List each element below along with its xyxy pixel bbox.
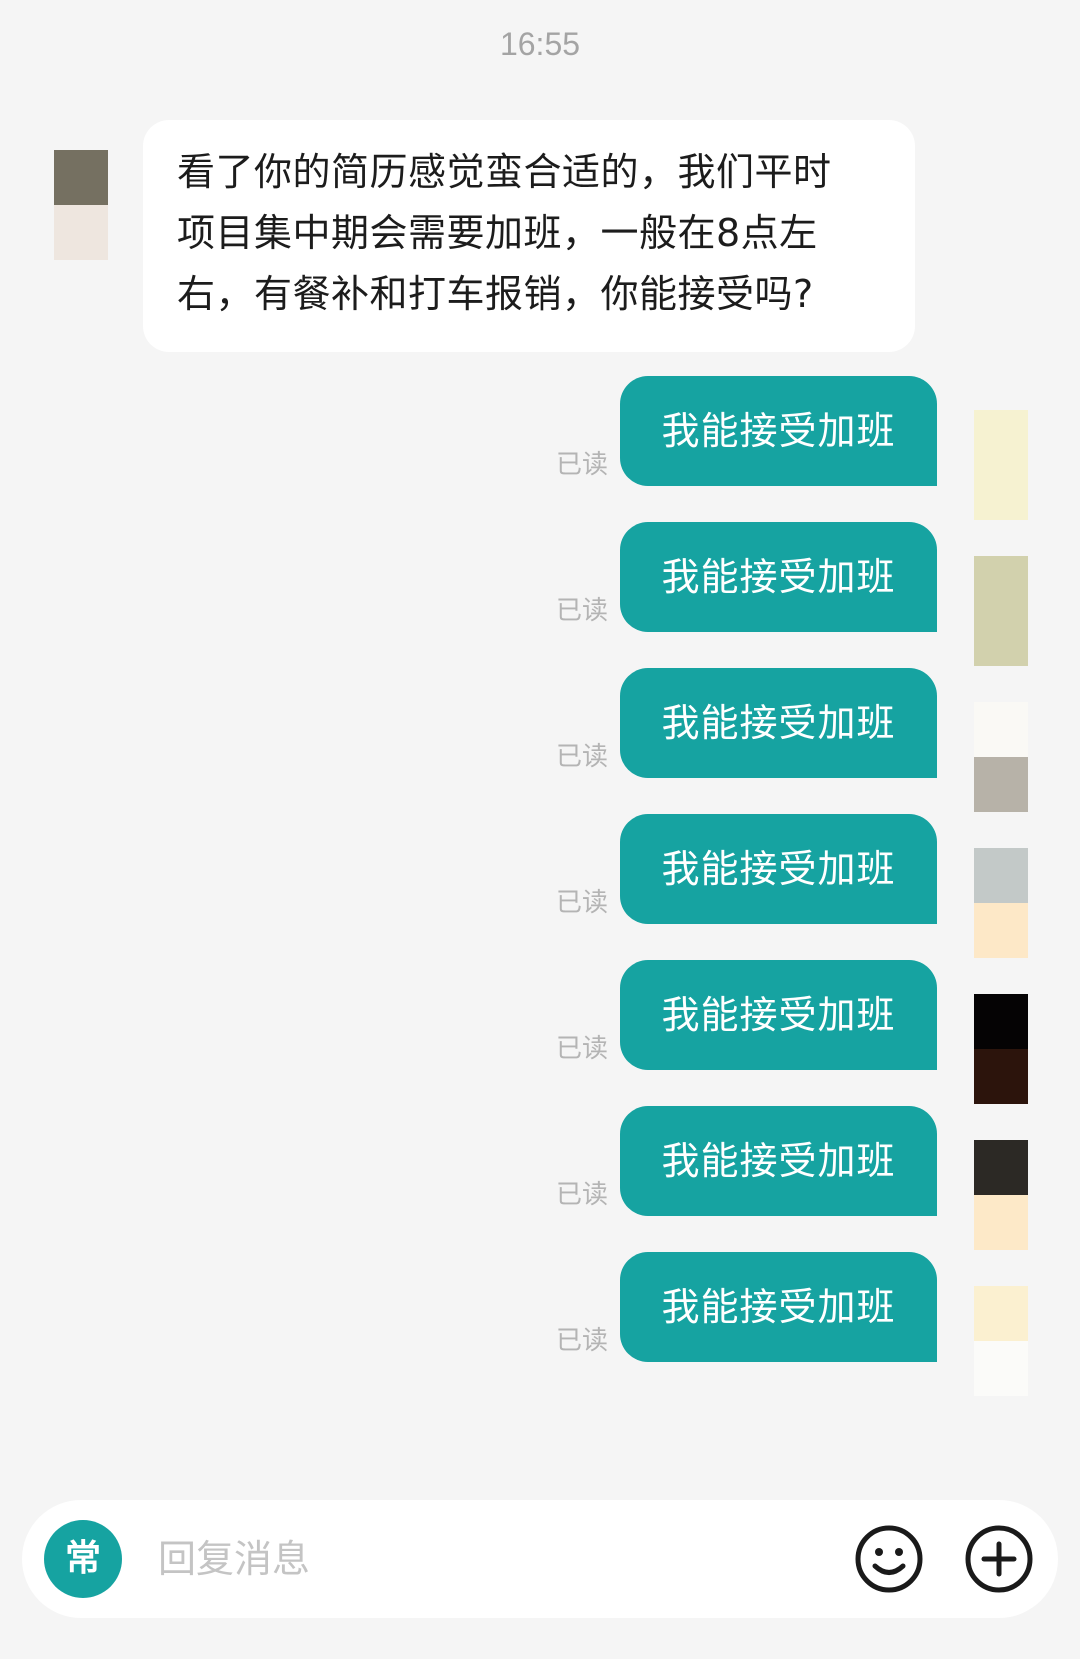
outgoing-message: 已读 我能接受加班 — [0, 814, 1080, 926]
outgoing-message: 已读 我能接受加班 — [0, 376, 1080, 488]
common-phrases-button[interactable]: 常 — [44, 1520, 122, 1598]
avatar-bottom — [974, 1341, 1028, 1396]
my-avatar[interactable] — [974, 410, 1028, 520]
emoji-button[interactable] — [852, 1522, 926, 1596]
avatar-bottom — [974, 1195, 1028, 1250]
plus-circle-icon — [965, 1525, 1033, 1593]
outgoing-message-bubble[interactable]: 我能接受加班 — [620, 376, 937, 486]
outgoing-message-bubble[interactable]: 我能接受加班 — [620, 960, 937, 1070]
avatar-top — [974, 410, 1028, 465]
read-status: 已读 — [556, 1326, 609, 1356]
outgoing-message-bubble[interactable]: 我能接受加班 — [620, 522, 937, 632]
reply-input[interactable] — [158, 1524, 718, 1594]
avatar-top — [974, 556, 1028, 611]
my-avatar[interactable] — [974, 994, 1028, 1104]
outgoing-message-bubble[interactable]: 我能接受加班 — [620, 1252, 937, 1362]
outgoing-message: 已读 我能接受加班 — [0, 668, 1080, 780]
incoming-message-line: 项目集中期会需要加班，一般在8点左 — [177, 211, 818, 255]
my-avatar[interactable] — [974, 702, 1028, 812]
outgoing-message: 已读 我能接受加班 — [0, 1106, 1080, 1218]
avatar-bottom — [974, 465, 1028, 520]
avatar-bottom — [974, 757, 1028, 812]
my-avatar[interactable] — [974, 556, 1028, 666]
contact-avatar[interactable] — [54, 150, 108, 260]
read-status: 已读 — [556, 1034, 609, 1064]
message-timestamp: 16:55 — [499, 26, 581, 62]
avatar-bottom — [974, 903, 1028, 958]
my-avatar[interactable] — [974, 848, 1028, 958]
read-status: 已读 — [556, 596, 609, 626]
avatar-top — [974, 848, 1028, 903]
outgoing-message: 已读 我能接受加班 — [0, 522, 1080, 634]
outgoing-message-bubble[interactable]: 我能接受加班 — [620, 668, 937, 778]
read-status: 已读 — [556, 888, 609, 918]
read-status: 已读 — [556, 1180, 609, 1210]
avatar-bottom — [974, 611, 1028, 666]
incoming-message-bubble[interactable]: 看了你的简历感觉蛮合适的，我们平时 项目集中期会需要加班，一般在8点左 右，有餐… — [143, 120, 915, 352]
outgoing-message-bubble[interactable]: 我能接受加班 — [620, 814, 937, 924]
read-status: 已读 — [556, 450, 609, 480]
avatar-top — [974, 702, 1028, 757]
incoming-message-line: 右，有餐补和打车报销，你能接受吗? — [177, 272, 814, 316]
plus-button[interactable] — [962, 1522, 1036, 1596]
outgoing-message-bubble[interactable]: 我能接受加班 — [620, 1106, 937, 1216]
avatar-top — [974, 1140, 1028, 1195]
read-status: 已读 — [556, 742, 609, 772]
my-avatar[interactable] — [974, 1286, 1028, 1396]
avatar-bottom — [54, 205, 108, 260]
my-avatar[interactable] — [974, 1140, 1028, 1250]
avatar-top — [974, 994, 1028, 1049]
incoming-message: 看了你的简历感觉蛮合适的，我们平时 项目集中期会需要加班，一般在8点左 右，有餐… — [0, 120, 1080, 352]
avatar-top — [974, 1286, 1028, 1341]
smiley-icon — [855, 1525, 923, 1593]
incoming-message-line: 看了你的简历感觉蛮合适的，我们平时 — [177, 150, 832, 194]
outgoing-message: 已读 我能接受加班 — [0, 960, 1080, 1072]
outgoing-message: 已读 我能接受加班 — [0, 1252, 1080, 1364]
message-input-bar: 常 — [22, 1500, 1058, 1618]
avatar-top — [54, 150, 108, 205]
avatar-bottom — [974, 1049, 1028, 1104]
